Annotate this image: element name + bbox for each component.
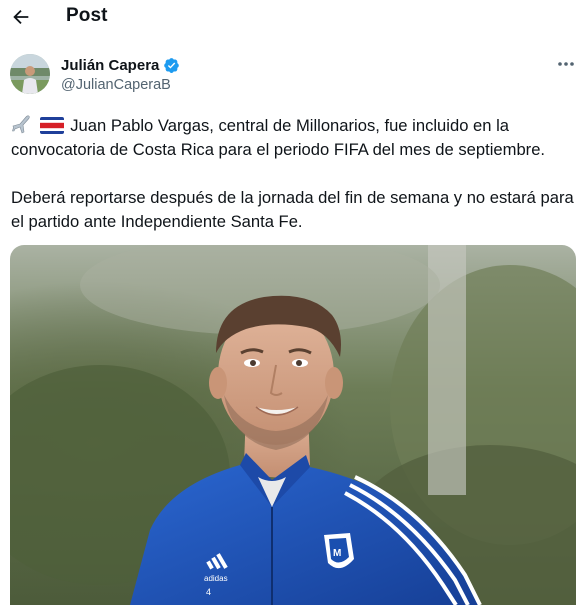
post-image[interactable]: M adidas 4	[10, 245, 576, 605]
arrow-left-icon[interactable]	[10, 6, 32, 28]
top-bar: Post	[0, 0, 586, 36]
post-text-2: Deberá reportarse después de la jornada …	[11, 188, 574, 231]
verified-badge-icon	[164, 57, 180, 73]
page-title: Post	[66, 5, 108, 26]
svg-text:adidas: adidas	[204, 574, 228, 583]
author-handle[interactable]: @JulianCaperaB	[61, 77, 171, 93]
post-text-paragraph-2: Deberá reportarse después de la jornada …	[11, 186, 577, 234]
airplane-emoji	[12, 115, 30, 134]
avatar[interactable]	[10, 54, 50, 94]
post-text-1: Juan Pablo Vargas, central de Millonario…	[11, 116, 546, 159]
post-text-paragraph-1: Juan Pablo Vargas, central de Millonario…	[11, 114, 577, 162]
svg-text:M: M	[333, 548, 341, 559]
jersey-number: 4	[206, 587, 211, 597]
costa-rica-flag-emoji	[39, 117, 64, 134]
more-horizontal-icon[interactable]	[556, 56, 576, 72]
author-name[interactable]: Julián Capera	[61, 57, 159, 74]
author-row: Julián Capera	[61, 55, 180, 75]
